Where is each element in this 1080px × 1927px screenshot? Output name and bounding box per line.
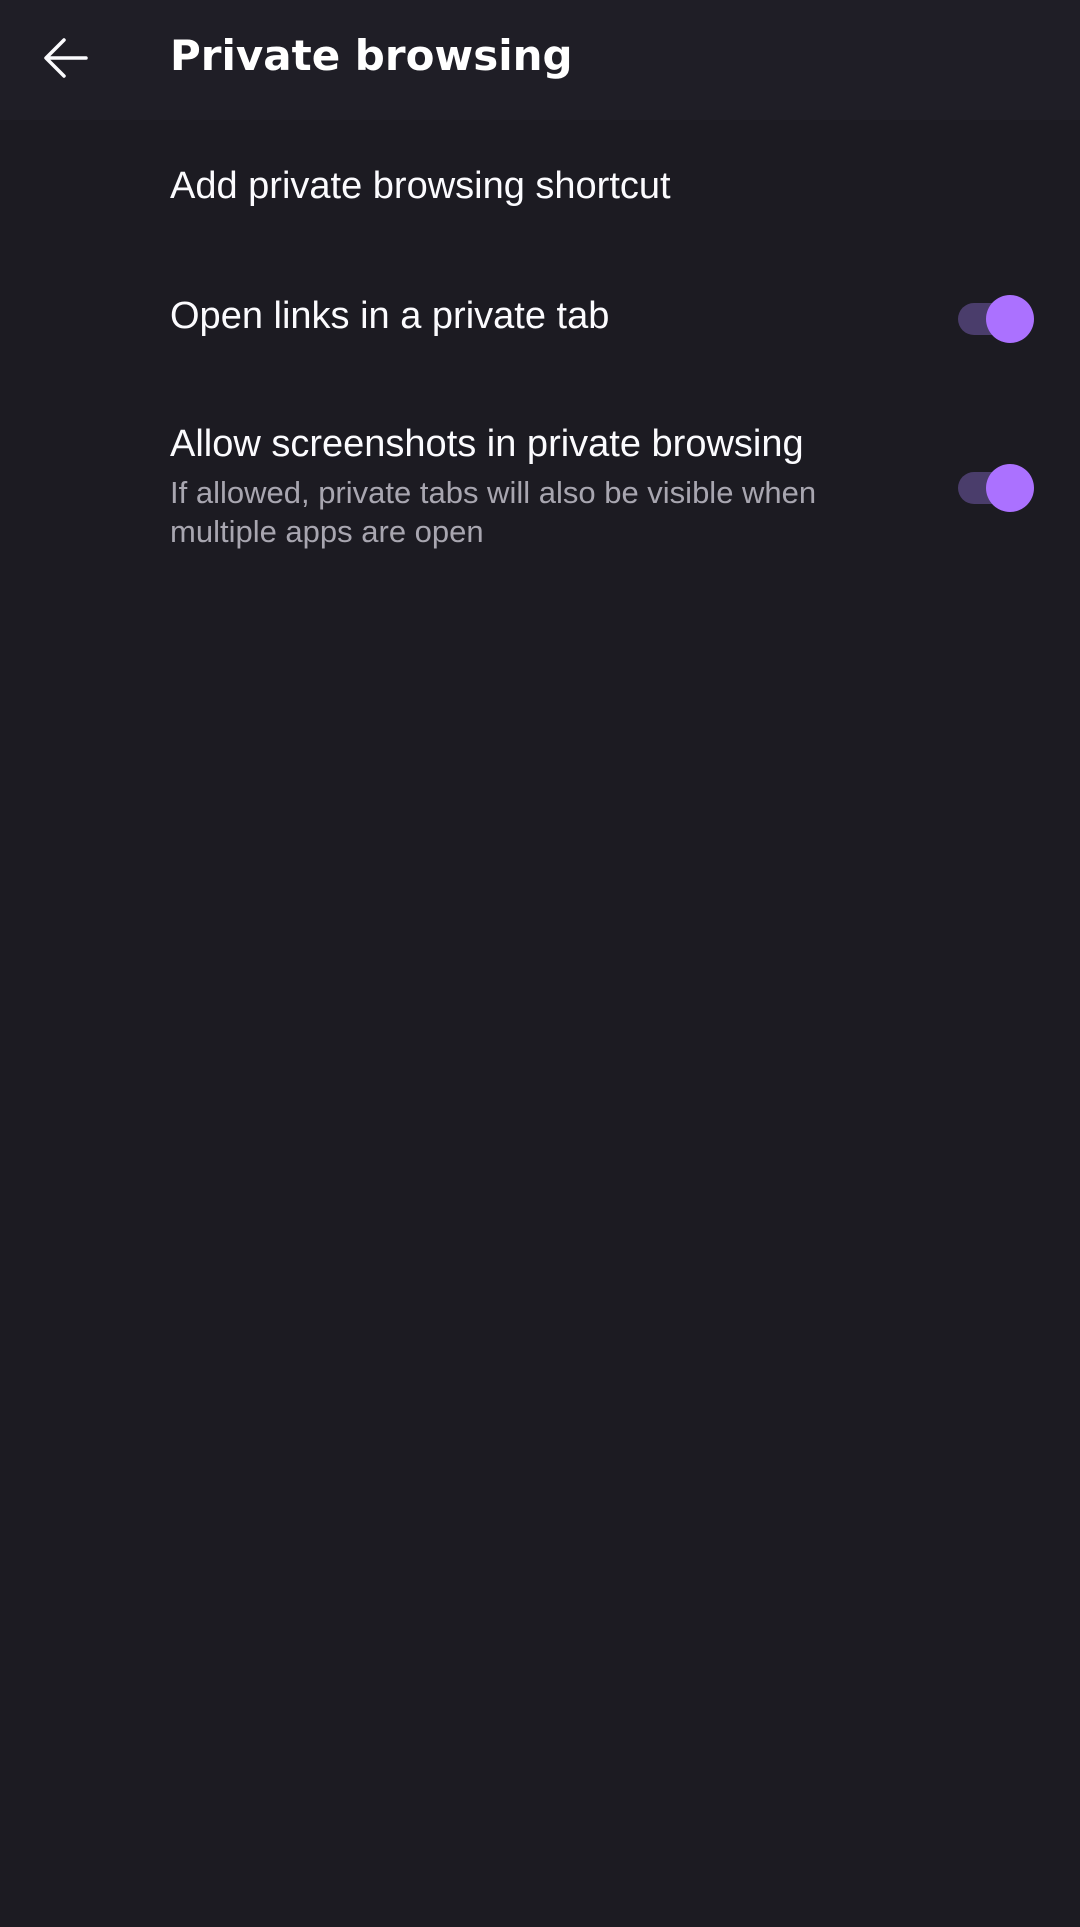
- add-private-shortcut-row[interactable]: Add private browsing shortcut: [0, 125, 1080, 253]
- add-private-shortcut-title: Add private browsing shortcut: [170, 165, 671, 207]
- switch-thumb: [986, 464, 1034, 512]
- allow-screenshots-switch[interactable]: [958, 460, 1034, 512]
- settings-screen: Private browsing Add private browsing sh…: [0, 0, 1080, 1927]
- open-links-private-tab-title: Open links in a private tab: [170, 295, 610, 337]
- back-button[interactable]: [26, 22, 106, 94]
- allow-screenshots-row[interactable]: Allow screenshots in private browsing If…: [0, 381, 1080, 571]
- allow-screenshots-title: Allow screenshots in private browsing: [170, 423, 804, 465]
- switch-thumb: [986, 295, 1034, 343]
- open-links-private-tab-row[interactable]: Open links in a private tab: [0, 253, 1080, 381]
- open-links-private-tab-switch[interactable]: [958, 291, 1034, 343]
- page-title: Private browsing: [170, 31, 573, 80]
- toolbar: Private browsing: [0, 0, 1080, 120]
- allow-screenshots-summary: If allowed, private tabs will also be vi…: [170, 475, 817, 549]
- arrow-left-icon: [44, 38, 88, 78]
